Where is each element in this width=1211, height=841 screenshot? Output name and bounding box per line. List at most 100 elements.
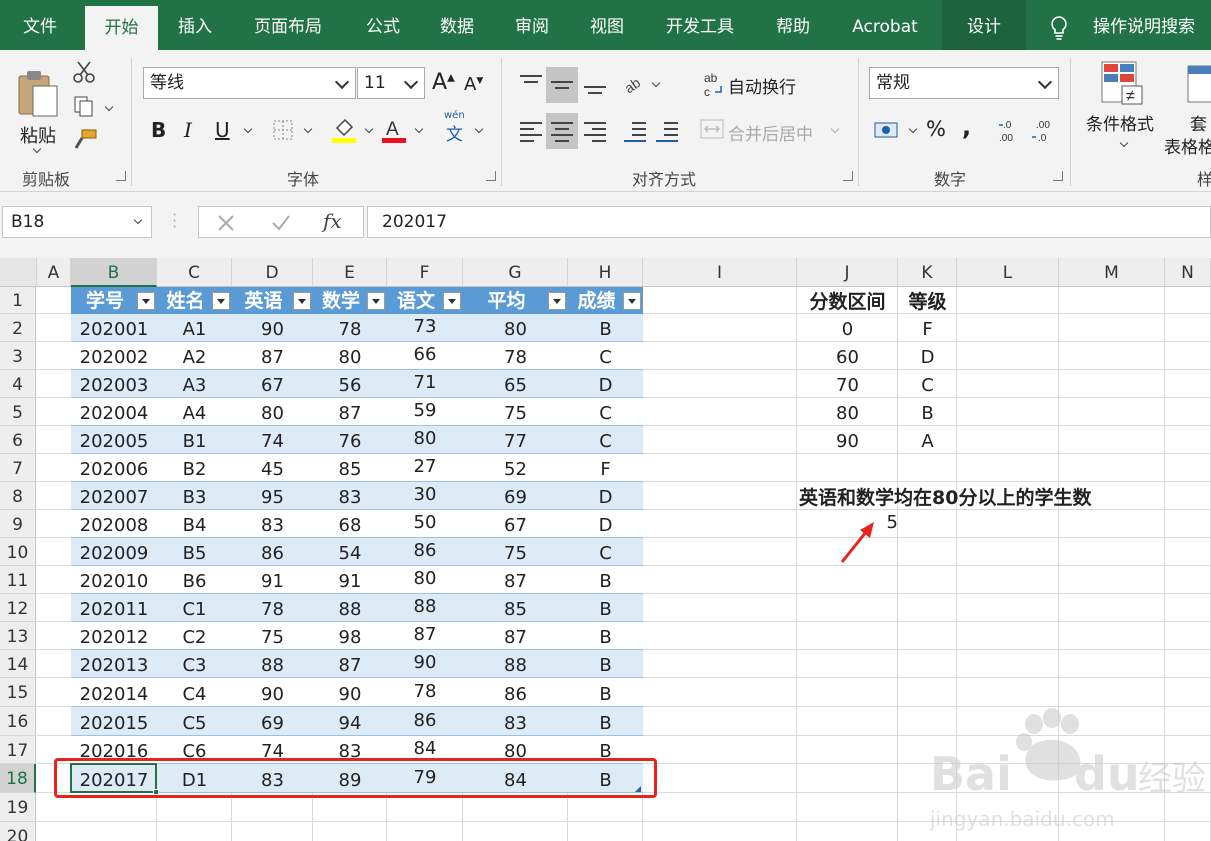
table-cell[interactable]: 80 [463,314,568,342]
filter-dropdown-icon[interactable] [293,292,311,310]
table-cell[interactable]: 87 [313,650,387,678]
table-cell[interactable]: 202013 [71,650,157,678]
phonetic-guide-char[interactable]: 文 [446,120,463,145]
table-cell[interactable]: 84 [387,733,463,761]
row-header-6[interactable]: 6 [0,426,36,454]
tab-design[interactable]: 设计 [942,0,1026,50]
align-middle-icon[interactable] [546,67,578,103]
row-header-7[interactable]: 7 [0,454,36,482]
shrink-font-icon[interactable]: A▼ [464,74,483,95]
table-cell[interactable]: 77 [463,426,568,454]
italic-button[interactable]: I [184,118,192,142]
table-cell[interactable]: C5 [157,707,232,736]
table-cell[interactable]: 95 [232,482,313,510]
table-cell[interactable]: B1 [157,426,232,454]
more-icon[interactable]: · · · [172,207,177,235]
table-header-cell[interactable]: 姓名 [157,287,232,314]
grade-interval-cell[interactable]: 90 [797,426,898,454]
chevron-down-icon[interactable] [651,78,661,88]
table-cell[interactable]: 75 [232,622,313,650]
align-top-icon[interactable] [518,72,544,98]
table-cell[interactable]: 202005 [71,426,157,454]
table-cell[interactable]: 87 [232,342,313,370]
table-cell[interactable]: D [568,482,643,510]
grade-interval-cell[interactable]: 80 [797,398,898,426]
table-cell[interactable]: 78 [232,594,313,622]
table-cell[interactable]: 90 [232,678,313,707]
increase-decimal-icon[interactable]: .0.00 [997,116,1025,144]
table-cell[interactable]: 202002 [71,342,157,370]
wrap-text-icon[interactable]: abc [703,70,725,98]
currency-icon[interactable] [873,118,901,142]
chevron-down-icon[interactable] [303,124,313,134]
table-cell[interactable]: 202007 [71,482,157,510]
row-header-8[interactable]: 8 [0,482,36,510]
table-cell[interactable]: 90 [313,678,387,707]
dialog-launcher-icon[interactable] [486,171,496,181]
table-cell[interactable]: 67 [232,370,313,398]
fill-color-icon[interactable] [332,116,358,144]
filter-dropdown-icon[interactable] [367,292,385,310]
table-cell[interactable]: B4 [157,510,232,538]
table-cell[interactable]: 202015 [71,707,157,736]
table-cell[interactable]: 86 [387,535,463,563]
row-header-18[interactable]: 18 [0,764,36,793]
formula-input[interactable]: 202017 [367,206,1211,238]
font-size-select[interactable]: 11 [357,67,425,99]
row-header-16[interactable]: 16 [0,707,36,736]
table-cell[interactable]: 98 [313,622,387,650]
chevron-down-icon[interactable] [414,124,424,134]
worksheet-grid[interactable]: ABCDEFGHIJKLMN 1 2 3 4 5 6 7 8 9 10 11 12 13 14 15 16 17… [0,258,1211,841]
format-painter-icon[interactable] [72,128,98,152]
table-cell[interactable]: C [568,398,643,426]
tab-help[interactable]: 帮助 [760,0,826,50]
column-header-e[interactable]: E [313,258,387,287]
row-header-13[interactable]: 13 [0,622,36,650]
column-header-k[interactable]: K [898,258,957,287]
table-cell[interactable]: 78 [463,342,568,370]
align-right-icon[interactable] [582,118,608,144]
row-header-5[interactable]: 5 [0,398,36,426]
format-as-table-label-a[interactable]: 套 [1190,110,1207,135]
name-box[interactable]: B18 [2,206,152,238]
column-header-d[interactable]: D [232,258,313,287]
table-cell[interactable]: 87 [463,566,568,594]
table-cell[interactable]: 202014 [71,678,157,707]
table-cell[interactable]: 73 [387,311,463,339]
table-cell[interactable]: B3 [157,482,232,510]
table-header-cell[interactable]: 平均 [463,287,568,314]
row-header-4[interactable]: 4 [0,370,36,398]
table-cell[interactable]: B [568,594,643,622]
table-cell[interactable]: B [568,622,643,650]
row-header-9[interactable]: 9 [0,510,36,538]
decrease-decimal-icon[interactable]: .00.0 [1030,116,1058,144]
tab-formulas[interactable]: 公式 [350,0,416,50]
filter-dropdown-icon[interactable] [212,292,230,310]
table-cell[interactable]: B [568,566,643,594]
grade-header-level[interactable]: 等级 [898,287,957,315]
table-cell[interactable]: 83 [313,482,387,510]
table-cell[interactable]: A1 [157,314,232,342]
filter-dropdown-icon[interactable] [137,292,155,310]
table-cell[interactable]: 202006 [71,454,157,482]
filter-dropdown-icon[interactable] [623,292,641,310]
dialog-launcher-icon[interactable] [843,171,853,181]
cancel-icon[interactable] [217,214,235,232]
increase-indent-icon[interactable] [654,118,680,144]
table-cell[interactable]: C [568,426,643,454]
grade-level-cell[interactable]: B [898,398,957,426]
table-cell[interactable]: C3 [157,650,232,678]
column-header-b[interactable]: B [71,258,157,287]
table-cell[interactable]: C1 [157,594,232,622]
table-cell[interactable]: 202004 [71,398,157,426]
grade-interval-cell[interactable]: 60 [797,342,898,370]
row-header-20[interactable]: 20 [0,822,36,841]
paste-button[interactable]: 粘贴 [14,58,62,158]
table-cell[interactable]: A2 [157,342,232,370]
table-cell[interactable]: 91 [232,566,313,594]
table-cell[interactable]: C [568,538,643,566]
table-cell[interactable]: 56 [313,370,387,398]
orientation-icon[interactable]: ab [623,72,649,98]
table-cell[interactable]: 83 [232,510,313,538]
table-cell[interactable]: B [568,650,643,678]
